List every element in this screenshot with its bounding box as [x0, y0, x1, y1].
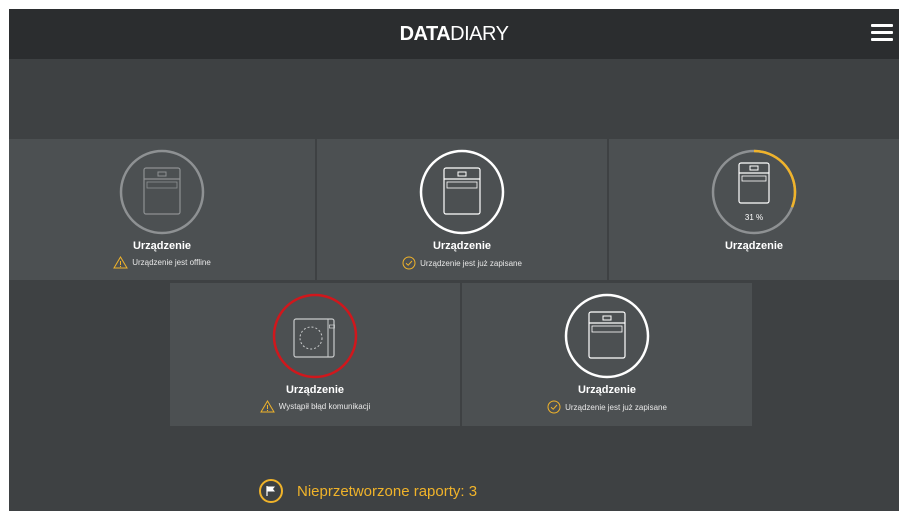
device-status-text: Urządzenie jest offline [132, 258, 211, 267]
unprocessed-reports-label[interactable]: Nieprzetworzone raporty: 3 [297, 483, 477, 500]
app-window: DATADIARY Urządzenie Urządzenie jest off… [9, 9, 899, 511]
device-name: Urządzenie [432, 240, 492, 252]
device-status-text: Urządzenie jest już zapisane [565, 402, 667, 412]
check-icon [402, 256, 416, 270]
device-status-text: Urządzenie jest już zapisane [420, 258, 522, 268]
device-status-text: Wystąpił błąd komunikacji [278, 402, 371, 411]
flag-icon[interactable] [259, 479, 283, 503]
device-name: Urządzenie [285, 384, 345, 396]
appliance-icon [119, 149, 205, 235]
appliance-icon: 31 % [711, 149, 797, 235]
progress-percent: 31 % [744, 213, 764, 222]
logo-light-text: DIARY [450, 23, 509, 45]
device-status: Urządzenie jest offline [9, 256, 315, 269]
app-logo: DATADIARY [9, 23, 899, 46]
device-tile-2[interactable]: Urządzenie Urządzenie jest już zapisane [317, 139, 607, 280]
warning-icon [259, 400, 275, 413]
device-tile-3[interactable]: 31 % Urządzenie [609, 139, 899, 280]
unprocessed-reports[interactable]: Nieprzetworzone raporty: 3 [259, 478, 477, 504]
device-name: Urządzenie [132, 240, 192, 252]
warning-icon [113, 256, 129, 269]
washing-machine-icon [272, 293, 358, 379]
device-tile-1[interactable]: Urządzenie Urządzenie jest offline [9, 139, 315, 280]
header-bar: DATADIARY [9, 9, 899, 59]
device-tile-4[interactable]: Urządzenie Wystąpił błąd komunikacji [170, 283, 460, 426]
device-status: Wystąpił błąd komunikacji [170, 400, 460, 413]
hamburger-menu-icon[interactable] [871, 24, 893, 42]
device-name: Urządzenie [577, 384, 637, 396]
appliance-icon [564, 293, 650, 379]
device-status: Urządzenie jest już zapisane [462, 400, 752, 414]
appliance-icon [419, 149, 505, 235]
check-icon [547, 400, 561, 414]
device-status: Urządzenie jest już zapisane [317, 256, 607, 270]
logo-bold-text: DATA [399, 23, 451, 45]
device-name: Urządzenie [724, 240, 784, 252]
device-tile-5[interactable]: Urządzenie Urządzenie jest już zapisane [462, 283, 752, 426]
